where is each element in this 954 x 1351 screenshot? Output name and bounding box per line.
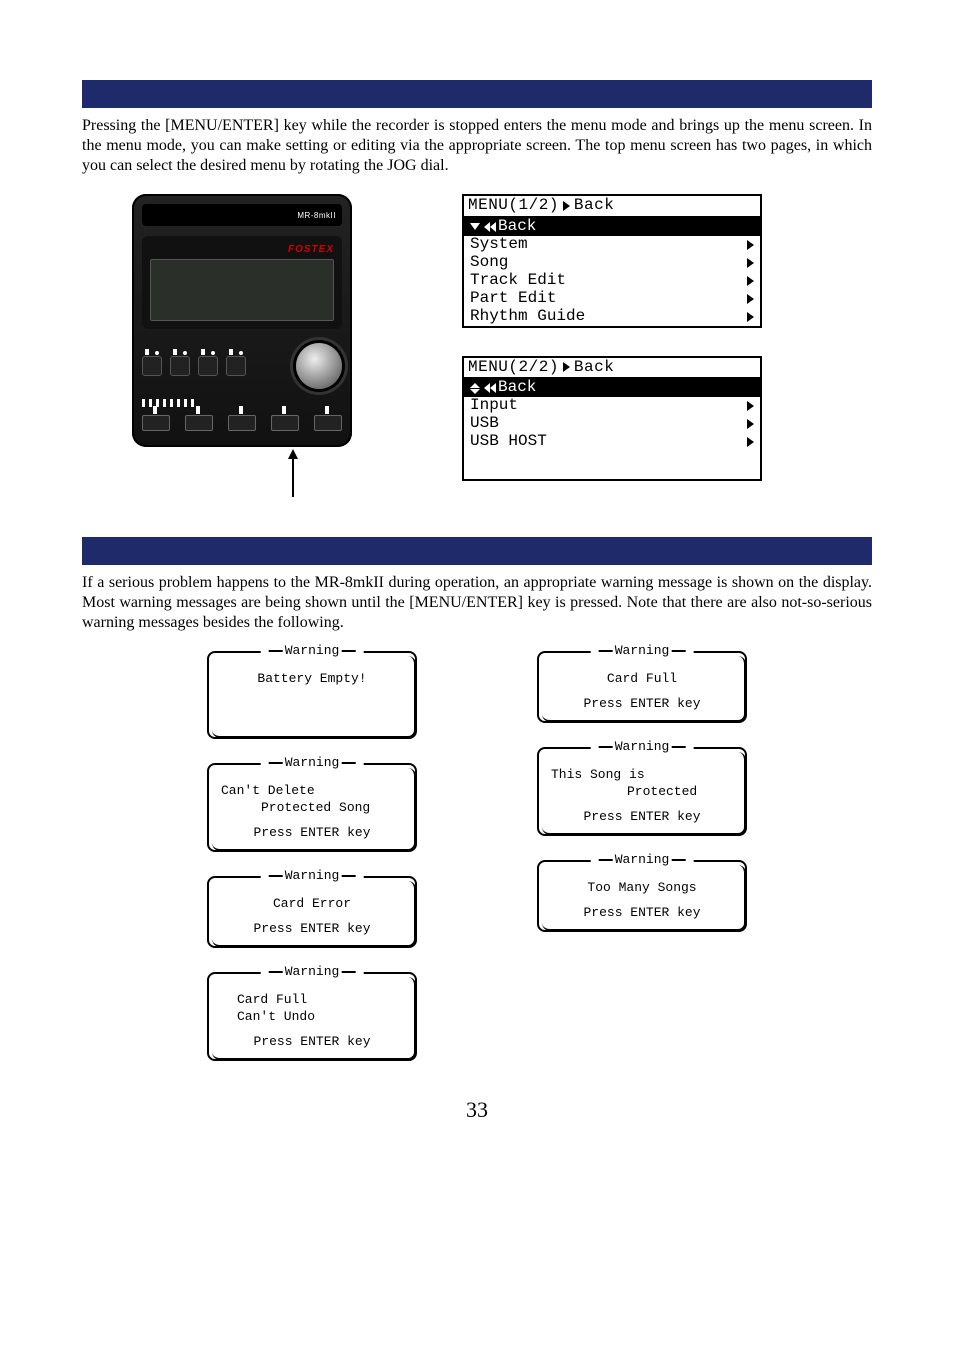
triangle-right-icon [747, 401, 754, 411]
menu-item: USB [464, 415, 760, 433]
menu-item-back: Back [464, 218, 760, 236]
small-button [170, 356, 190, 376]
menu-item: Rhythm Guide [464, 308, 760, 326]
triangle-right-icon [747, 240, 754, 250]
device-illustration: MR-8mkII FOSTEX [132, 194, 352, 497]
triangle-right-icon [747, 258, 754, 268]
device-model-label: MR-8mkII [297, 211, 336, 220]
warning-label: Warning [261, 643, 364, 658]
warning-label: Warning [261, 868, 364, 883]
warning-battery-empty: Warning Battery Empty! [207, 651, 417, 739]
section-bar-warning [82, 537, 872, 565]
device-screen [150, 259, 334, 321]
arrow-down-icon [470, 223, 480, 230]
warning-paragraph: If a serious problem happens to the MR-8… [82, 573, 872, 633]
arrow-updown-icon [470, 383, 480, 394]
small-button [198, 356, 218, 376]
jog-dial [296, 343, 342, 389]
menu-title-right: Back [574, 359, 614, 377]
brand-label: FOSTEX [150, 244, 334, 255]
warning-card-full: Warning Card Full Press ENTER key [537, 651, 747, 723]
menu-item: Track Edit [464, 272, 760, 290]
menu-title-left: MENU(2/2) [468, 359, 559, 377]
triangle-right-icon [747, 312, 754, 322]
warning-label: Warning [261, 964, 364, 979]
menu-screen-1: MENU(1/2) Back Back System Song [462, 194, 762, 328]
warning-label: Warning [591, 739, 694, 754]
triangle-right-icon [747, 419, 754, 429]
menu-item: Input [464, 397, 760, 415]
warning-song-protected: Warning This Song is Protected Press ENT… [537, 747, 747, 836]
warning-label: Warning [261, 755, 364, 770]
triangle-right-icon [563, 201, 570, 211]
menu-title-left: MENU(1/2) [468, 197, 559, 215]
warning-label: Warning [591, 643, 694, 658]
transport-button [142, 415, 170, 431]
warning-card-full-undo: Warning Card Full Can't Undo Press ENTER… [207, 972, 417, 1061]
menu-mode-paragraph: Pressing the [MENU/ENTER] key while the … [82, 116, 872, 176]
menu-title-right: Back [574, 197, 614, 215]
triangle-right-icon [563, 362, 570, 372]
triangle-right-icon [747, 437, 754, 447]
transport-button [185, 415, 213, 431]
menu-screen-2: MENU(2/2) Back Back Input USB [462, 356, 762, 482]
triangle-right-icon [747, 294, 754, 304]
menu-item: USB HOST [464, 433, 760, 451]
section-bar-menu [82, 80, 872, 108]
menu-item-empty [464, 451, 760, 469]
page-number: 33 [82, 1097, 872, 1123]
menu-item: System [464, 236, 760, 254]
warning-column-left: Warning Battery Empty! Warning Can't Del… [207, 651, 417, 1061]
warning-too-many-songs: Warning Too Many Songs Press ENTER key [537, 860, 747, 932]
transport-button [228, 415, 256, 431]
triangle-right-icon [747, 276, 754, 286]
menu-item: Song [464, 254, 760, 272]
warning-card-error: Warning Card Error Press ENTER key [207, 876, 417, 948]
double-left-icon [484, 222, 496, 232]
warning-label: Warning [591, 852, 694, 867]
transport-button [314, 415, 342, 431]
warning-cant-delete: Warning Can't Delete Protected Song Pres… [207, 763, 417, 852]
menu-item-back: Back [464, 379, 760, 397]
double-left-icon [484, 383, 496, 393]
small-button [142, 356, 162, 376]
warning-column-right: Warning Card Full Press ENTER key Warnin… [537, 651, 747, 1061]
transport-button [271, 415, 299, 431]
menu-item: Part Edit [464, 290, 760, 308]
menu-enter-pointer-icon [288, 449, 298, 459]
small-button [226, 356, 246, 376]
